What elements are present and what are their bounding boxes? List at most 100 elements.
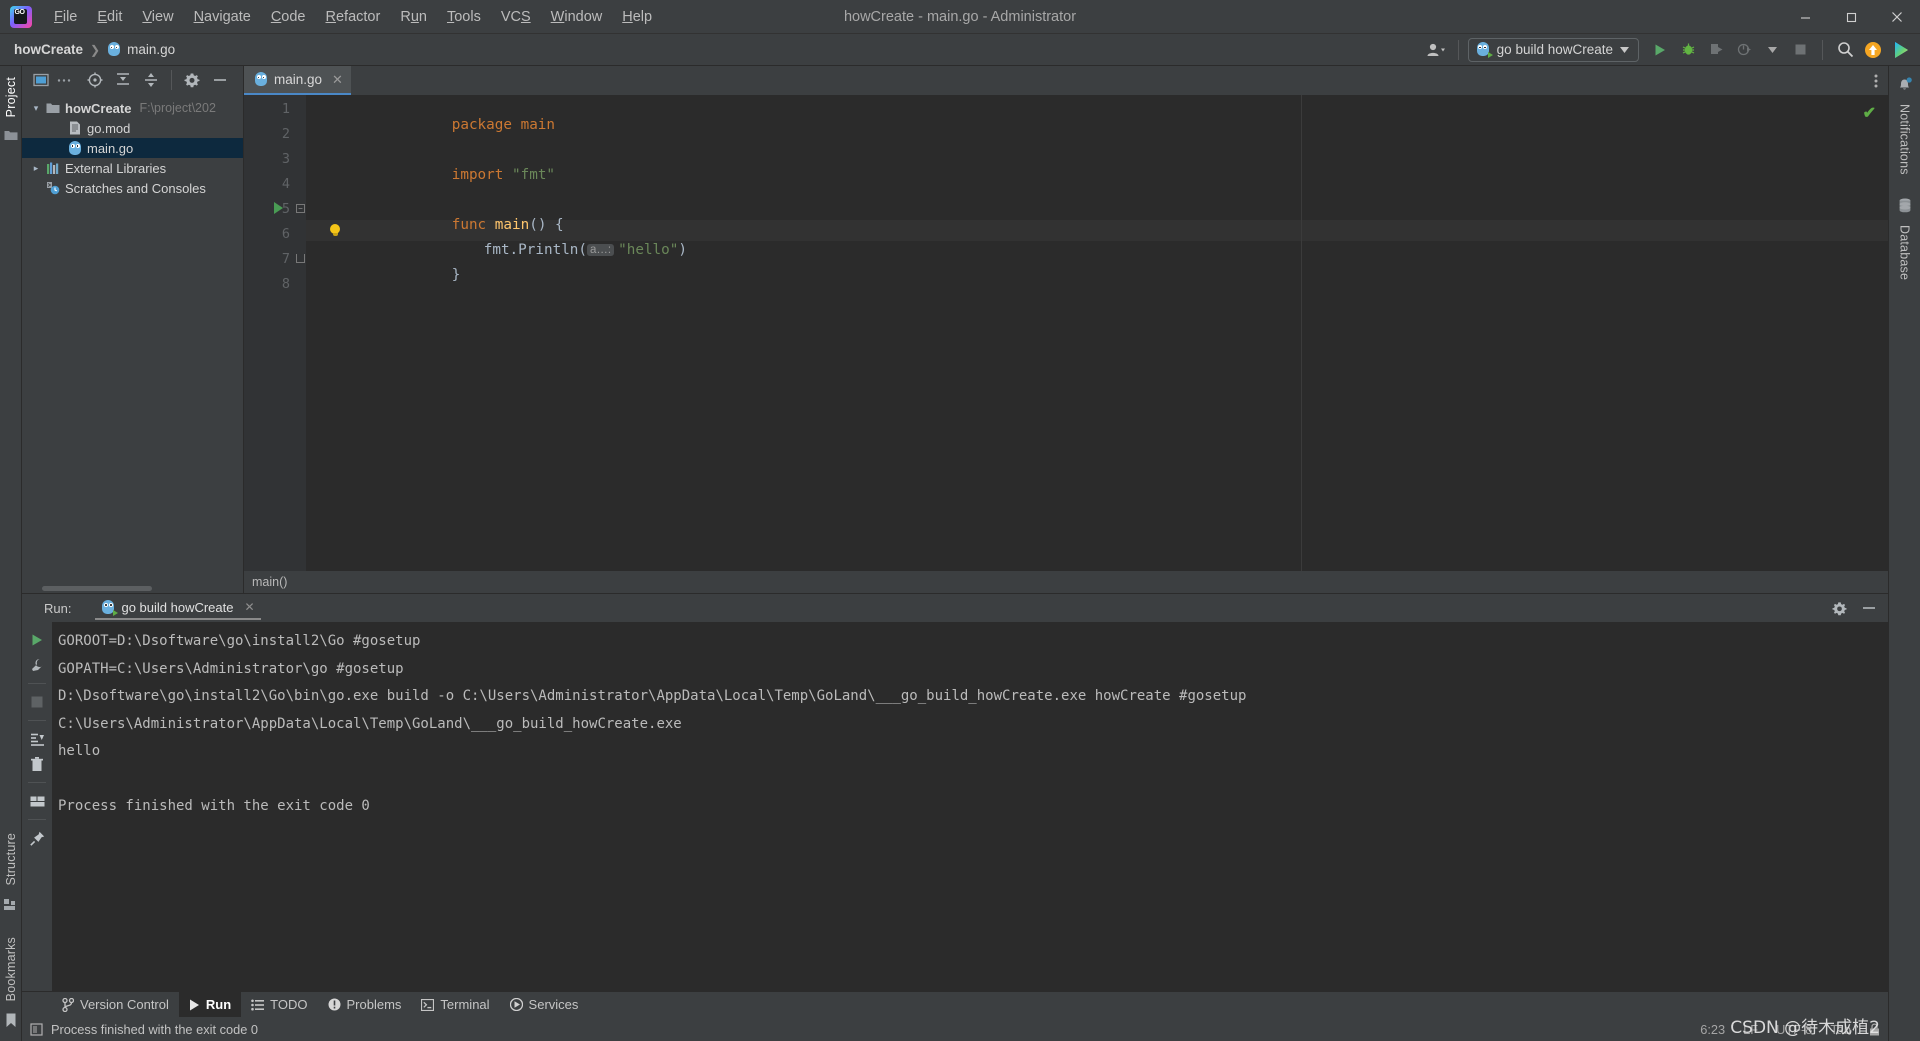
wrench-icon[interactable] <box>24 653 50 677</box>
caret-position[interactable]: 6:23 <box>1700 1022 1725 1037</box>
run-configuration-selector[interactable]: go build howCreate <box>1467 37 1639 62</box>
line-number-1: 1 <box>281 101 290 117</box>
project-icon[interactable] <box>4 129 18 141</box>
menu-edit[interactable]: Edit <box>87 5 132 29</box>
tab-todo-label: TODO <box>270 997 308 1012</box>
breadcrumb-file[interactable]: main.go <box>127 42 175 57</box>
minimize-button[interactable] <box>1782 0 1828 34</box>
search-everywhere-icon[interactable] <box>1832 38 1858 62</box>
update-icon[interactable] <box>1860 38 1886 62</box>
chevron-right-icon[interactable]: ▸ <box>28 163 44 174</box>
problems-icon <box>328 998 340 1011</box>
run-console-output[interactable]: GOROOT=D:\Dsoftware\go\install2\Go #gose… <box>52 622 1888 991</box>
tab-todo[interactable]: TODO <box>241 992 317 1018</box>
tab-run[interactable]: Run <box>178 991 242 1018</box>
file-encoding[interactable]: UTF-8 <box>1776 1022 1812 1037</box>
editor-breadcrumbs[interactable]: main() <box>244 571 1888 593</box>
tab-problems[interactable]: Problems <box>318 992 412 1018</box>
run-tab-go-build[interactable]: go build howCreate ✕ <box>95 597 261 620</box>
code-editor[interactable]: 1 2 3 4 5 6 7 8 − package main import "f… <box>244 95 1888 571</box>
menu-code[interactable]: Code <box>261 5 316 29</box>
sidebar-item-notifications[interactable]: Notifications <box>1895 97 1915 182</box>
profile-button[interactable] <box>1731 38 1757 62</box>
editor-gutter[interactable]: 1 2 3 4 5 6 7 8 <box>244 95 296 571</box>
lock-icon[interactable] <box>1869 1022 1880 1036</box>
bookmarks-icon[interactable] <box>5 1013 17 1028</box>
sidebar-item-database[interactable]: Database <box>1895 218 1915 287</box>
sidebar-item-bookmarks[interactable]: Bookmarks <box>1 930 21 1008</box>
sidebar-item-structure[interactable]: Structure <box>1 826 21 893</box>
run-gutter-icon[interactable] <box>274 202 283 214</box>
more-vertical-icon[interactable] <box>1864 66 1888 95</box>
select-opened-file-icon[interactable] <box>28 68 54 92</box>
fold-collapse-icon[interactable]: − <box>296 204 305 213</box>
hide-panel-icon[interactable] <box>207 68 233 92</box>
stop-icon[interactable] <box>24 690 50 714</box>
close-button[interactable] <box>1874 0 1920 34</box>
inspection-status-icon[interactable]: ✔ <box>1863 103 1876 123</box>
tree-item-howcreate[interactable]: ▾ howCreate F:\project\202 <box>22 98 243 118</box>
console-line-2: GOPATH=C:\Users\Administrator\go #gosetu… <box>58 660 404 677</box>
menu-tools[interactable]: Tools <box>437 5 491 29</box>
tree-item-go-mod[interactable]: go.mod <box>22 118 243 138</box>
profile-dropdown-icon[interactable] <box>1759 38 1785 62</box>
console-line-1: GOROOT=D:\Dsoftware\go\install2\Go #gose… <box>58 633 421 649</box>
stop-button[interactable] <box>1787 38 1813 62</box>
menu-help[interactable]: Help <box>612 5 662 29</box>
code-import-string: "fmt" <box>512 167 556 183</box>
goland-ide-window: GO File Edit View Navigate Code Refactor… <box>0 0 1920 1041</box>
settings-icon[interactable] <box>1826 596 1852 620</box>
hide-panel-icon[interactable] <box>1856 596 1882 620</box>
tab-version-control[interactable]: Version Control <box>52 992 179 1018</box>
menu-bar: File Edit View Navigate Code Refactor Ru… <box>44 5 662 29</box>
maximize-button[interactable] <box>1828 0 1874 34</box>
line-separator[interactable]: LF <box>1743 1022 1758 1037</box>
breadcrumb-project[interactable]: howCreate <box>14 42 83 57</box>
scroll-to-end-icon[interactable] <box>24 727 50 751</box>
menu-vcs[interactable]: VCS <box>491 5 541 29</box>
menu-refactor[interactable]: Refactor <box>316 5 391 29</box>
ide-features-icon[interactable] <box>1888 38 1914 62</box>
tab-terminal[interactable]: Terminal <box>411 992 499 1018</box>
code-text-area[interactable]: package main import "fmt" func main() { … <box>306 95 1888 571</box>
project-tree: ▾ howCreate F:\project\202 go.mod main.g… <box>22 94 243 593</box>
menu-view[interactable]: View <box>132 5 183 29</box>
structure-icon[interactable] <box>4 898 17 911</box>
account-icon[interactable] <box>1423 38 1449 62</box>
rerun-icon[interactable] <box>24 628 50 652</box>
indent-setting[interactable]: Tab <box>1830 1022 1851 1037</box>
run-with-coverage-button[interactable] <box>1703 38 1729 62</box>
tree-item-scratches[interactable]: Scratches and Consoles <box>22 178 243 198</box>
soft-wrap-icon[interactable] <box>24 789 50 813</box>
menu-run[interactable]: Run <box>390 5 437 29</box>
tab-services[interactable]: Services <box>500 992 589 1018</box>
settings-icon[interactable] <box>179 68 205 92</box>
ellipsis-icon[interactable] <box>56 68 72 92</box>
editor-tab-main-go[interactable]: main.go ✕ <box>244 66 351 95</box>
sidebar-item-project[interactable]: Project <box>1 70 21 124</box>
chevron-down-icon[interactable]: ▾ <box>28 103 44 114</box>
run-button[interactable] <box>1647 38 1673 62</box>
line-number-5: 5 <box>281 201 290 217</box>
expand-all-icon[interactable] <box>110 68 136 92</box>
intention-bulb-icon[interactable] <box>329 224 341 238</box>
project-horizontal-scrollbar[interactable] <box>42 586 152 591</box>
close-icon[interactable]: ✕ <box>245 600 255 614</box>
tree-item-main-go[interactable]: main.go <box>22 138 243 158</box>
run-label: Run: <box>44 600 72 616</box>
collapse-all-icon[interactable] <box>138 68 164 92</box>
editor-fold-column[interactable]: − <box>296 95 306 571</box>
close-icon[interactable]: ✕ <box>332 72 343 88</box>
menu-navigate[interactable]: Navigate <box>184 5 261 29</box>
debug-button[interactable] <box>1675 38 1701 62</box>
fold-end-icon[interactable] <box>296 254 305 263</box>
trash-icon[interactable] <box>24 752 50 776</box>
database-icon[interactable] <box>1898 198 1912 213</box>
tree-label-howcreate: howCreate <box>65 100 132 116</box>
pin-icon[interactable] <box>24 826 50 850</box>
bell-icon[interactable] <box>1897 77 1912 92</box>
menu-window[interactable]: Window <box>541 5 613 29</box>
tree-item-external-libraries[interactable]: ▸ External Libraries <box>22 158 243 178</box>
scroll-from-source-icon[interactable] <box>82 68 108 92</box>
menu-file[interactable]: File <box>44 5 87 29</box>
